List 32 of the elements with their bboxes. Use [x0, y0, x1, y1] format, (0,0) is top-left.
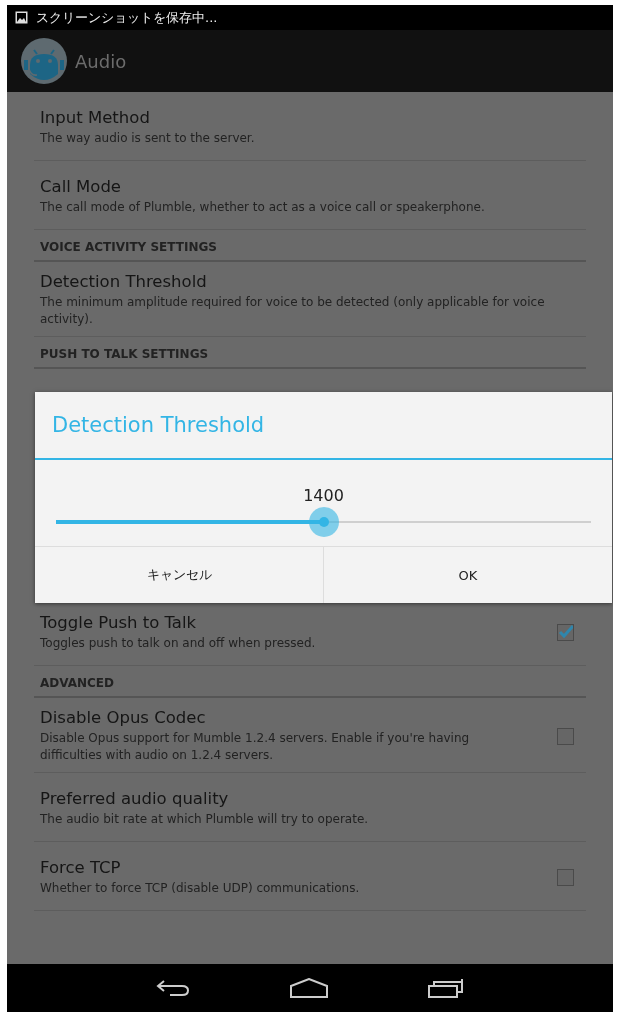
setting-title[interactable]: Force TCP: [40, 857, 527, 877]
threshold-value: 1400: [303, 486, 344, 505]
home-icon[interactable]: [290, 978, 328, 998]
setting-title[interactable]: Input Method: [40, 107, 580, 127]
picture-icon: [15, 11, 28, 24]
ok-button[interactable]: OK: [323, 547, 612, 603]
checkbox[interactable]: [557, 623, 574, 641]
slider-thumb[interactable]: [308, 507, 339, 537]
setting-summary: The audio bit rate at which Plumble will try to operate.: [40, 810, 370, 828]
setting-summary: Disable Opus support for Mumble 1.2.4 servers. Enable if you're having difficulties with audio on 1.2.4 servers.: [40, 730, 471, 764]
setting-title[interactable]: Detection Threshold: [40, 272, 580, 291]
section-header: VOICE ACTIVITY SETTINGS: [40, 240, 217, 254]
robot-logo-icon[interactable]: [21, 38, 67, 84]
setting-title[interactable]: Preferred audio quality: [40, 788, 580, 808]
screen-title: Audio: [75, 50, 127, 72]
setting-summary: The call mode of Plumble, whether to act as a voice call or speakerphone.: [40, 198, 486, 216]
checkbox[interactable]: [557, 868, 574, 886]
setting-summary: Toggles push to talk on and off when pressed.: [40, 634, 317, 652]
cancel-button[interactable]: キャンセル: [35, 547, 323, 603]
back-icon[interactable]: [156, 979, 190, 997]
dialog-title: Detection Threshold: [52, 413, 265, 437]
status-text: スクリーンショットを保存中...: [36, 8, 218, 27]
checkbox[interactable]: [557, 727, 574, 745]
setting-summary: The minimum amplitude required for voice to be detected (only applicable for voice activity).: [40, 294, 546, 328]
section-header: ADVANCED: [40, 676, 114, 690]
setting-title[interactable]: Toggle Push to Talk: [40, 612, 527, 632]
recent-apps-icon[interactable]: [428, 978, 464, 998]
section-header: PUSH TO TALK SETTINGS: [40, 347, 209, 361]
setting-summary: Whether to force TCP (disable UDP) communications.: [40, 879, 361, 897]
setting-title[interactable]: Disable Opus Codec: [40, 708, 527, 727]
setting-title[interactable]: Call Mode: [40, 176, 580, 196]
setting-summary: The way audio is sent to the server.: [40, 129, 256, 147]
